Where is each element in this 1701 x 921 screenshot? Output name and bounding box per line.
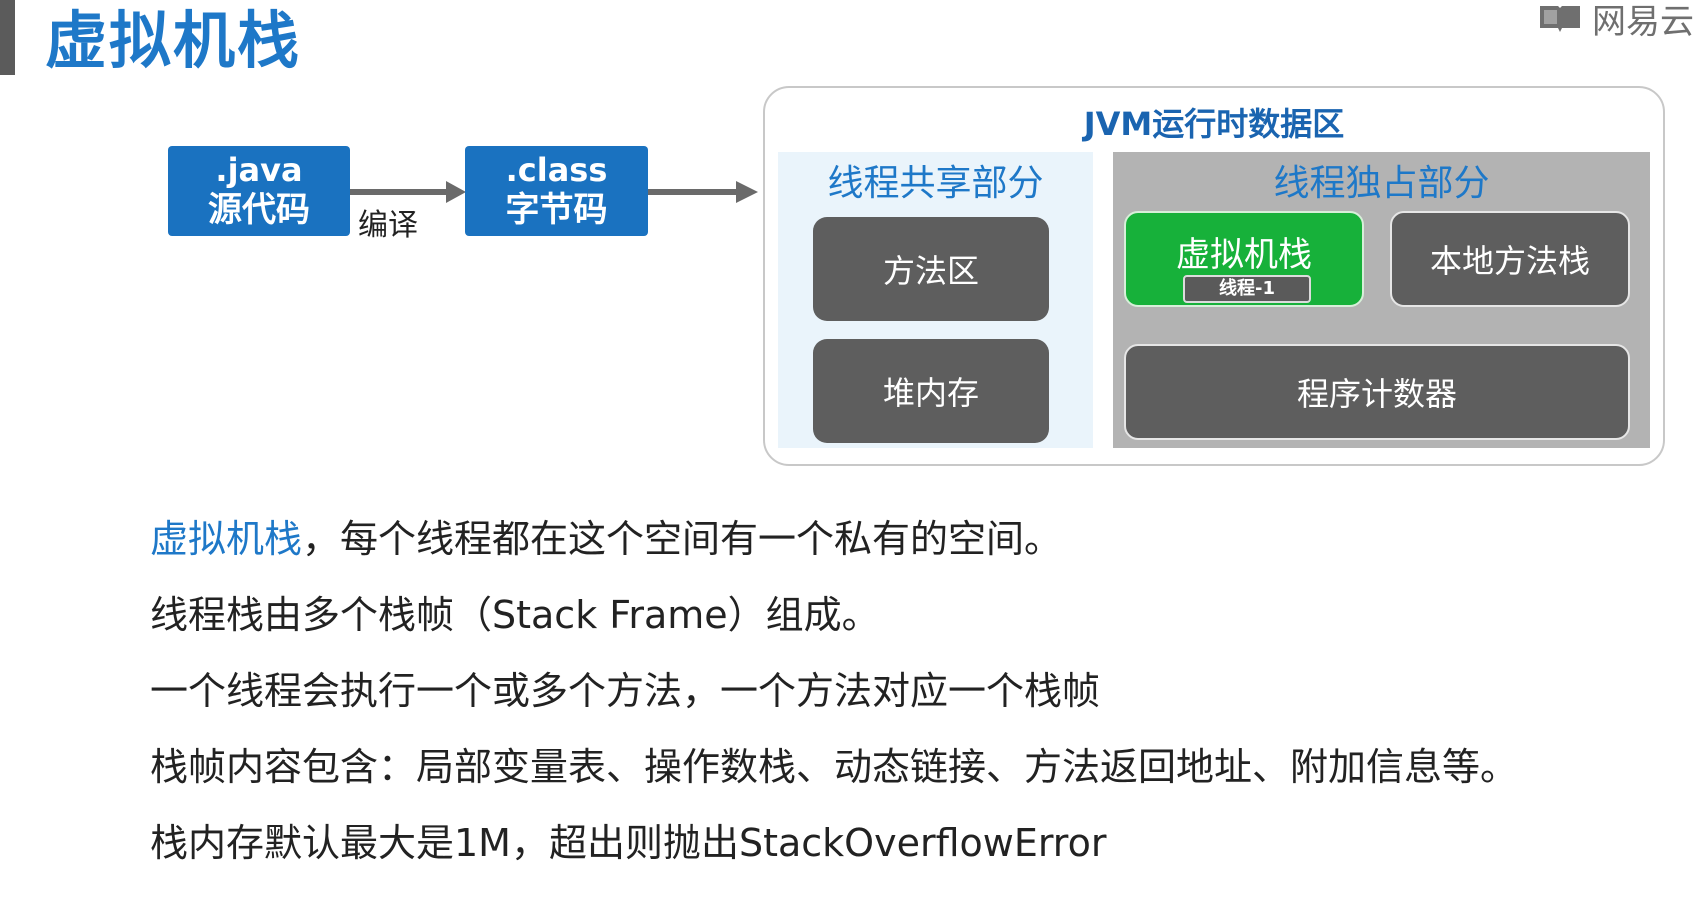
- vm-stack-label: 虚拟机栈: [1176, 235, 1312, 275]
- heap-box: 堆内存: [813, 339, 1049, 443]
- class-box-line1: .class: [505, 151, 608, 190]
- note-line-1: 虚拟机栈，每个线程都在这个空间有一个私有的空间。: [150, 508, 1062, 563]
- note-highlight: 虚拟机栈: [150, 517, 303, 561]
- jvm-title: JVM运行时数据区: [1083, 105, 1345, 143]
- method-area-box: 方法区: [813, 217, 1049, 321]
- note-line-1-rest: ，每个线程都在这个空间有一个私有的空间。: [302, 517, 1063, 561]
- to-jvm-arrow: [648, 181, 758, 203]
- program-counter-box: 程序计数器: [1124, 344, 1630, 440]
- class-box-line2: 字节码: [505, 189, 608, 230]
- native-method-stack-box: 本地方法栈: [1390, 211, 1630, 307]
- note-line-2: 线程栈由多个栈帧（Stack Frame）组成。: [150, 593, 880, 637]
- class-bytecode-box: .class 字节码: [465, 146, 648, 236]
- note-line-4: 栈帧内容包含：局部变量表、操作数栈、动态链接、方法返回地址、附加信息等。: [150, 745, 1519, 789]
- thread-badge: 线程-1: [1183, 275, 1311, 303]
- compile-label: 编译: [358, 208, 418, 243]
- shared-label: 线程共享部分: [827, 163, 1044, 204]
- vm-stack-box: 虚拟机栈 线程-1: [1124, 211, 1364, 307]
- note-line-3: 一个线程会执行一个或多个方法，一个方法对应一个栈帧: [150, 669, 1101, 713]
- private-label: 线程独占部分: [1273, 163, 1490, 204]
- note-line-5: 栈内存默认最大是1M，超出则抛出StackOverflowError: [150, 821, 1107, 865]
